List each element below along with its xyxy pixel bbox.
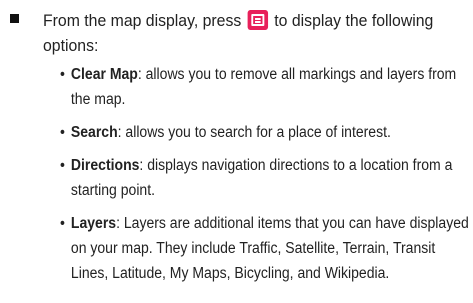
round-bullet-icon: • bbox=[60, 66, 65, 83]
option-title: Directions bbox=[70, 157, 140, 174]
option-directions: • Directions: displays navigation direct… bbox=[60, 153, 471, 203]
square-bullet-icon bbox=[10, 14, 19, 23]
manual-page: From the map display, press to display t… bbox=[0, 0, 473, 303]
option-search: • Search: allows you to search for a pla… bbox=[60, 120, 471, 145]
option-description: : Layers are additional items that you c… bbox=[70, 215, 469, 282]
option-layers: • Layers: Layers are additional items th… bbox=[60, 211, 471, 286]
instruction-text: From the map display, press to display t… bbox=[43, 8, 434, 58]
option-description: : allows you to search for a place of in… bbox=[117, 124, 391, 141]
option-title: Layers bbox=[70, 215, 117, 232]
option-clear-map: • Clear Map: allows you to remove all ma… bbox=[60, 62, 471, 112]
round-bullet-icon: • bbox=[60, 215, 65, 232]
option-title: Clear Map bbox=[70, 66, 138, 83]
instruction-before-icon: From the map display, press bbox=[43, 11, 242, 30]
option-title: Search bbox=[70, 124, 118, 141]
round-bullet-icon: • bbox=[60, 157, 65, 174]
options-list: • Clear Map: allows you to remove all ma… bbox=[60, 62, 469, 294]
menu-key-icon bbox=[247, 10, 269, 30]
round-bullet-icon: • bbox=[60, 124, 65, 141]
